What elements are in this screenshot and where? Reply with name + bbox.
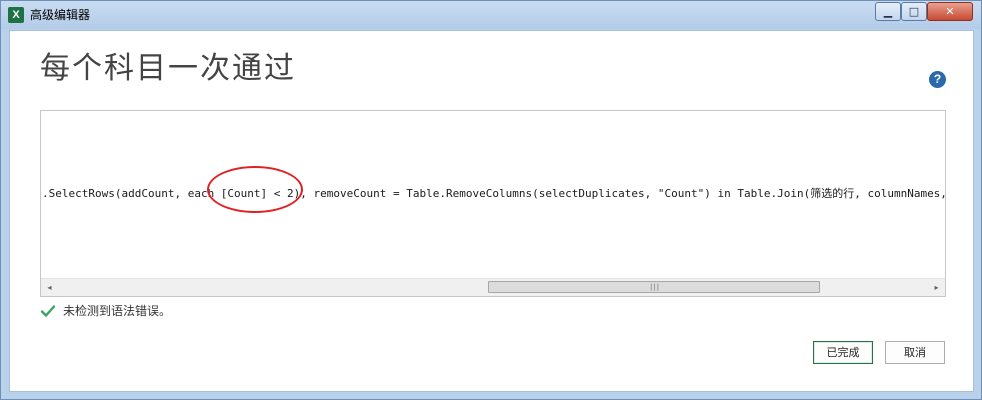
minimize-button[interactable]: ▁ [875,2,901,21]
status-text: 未检测到语法错误。 [63,304,172,318]
minimize-icon: ▁ [883,5,893,18]
green-checkmark-icon [40,305,56,317]
maximize-button[interactable]: □ [901,2,927,21]
excel-icon: X [8,7,24,23]
window-title: 高级编辑器 [30,8,91,22]
query-title: 每个科目一次通过 [40,51,296,86]
grip-icon: ||| [650,283,661,291]
close-button[interactable]: ✕ [927,2,973,21]
red-circle-annotation [207,166,303,213]
scrollbar-thumb[interactable]: ||| [488,281,820,293]
dialog-body: 每个科目一次通过 ? .SelectRows(addCount, each [C… [9,30,974,392]
code-editor[interactable]: .SelectRows(addCount, each [Count] < 2),… [40,110,946,297]
cancel-button[interactable]: 取消 [885,341,945,364]
title-bar[interactable]: X 高级编辑器 ▁ □ ✕ [1,1,981,29]
help-icon[interactable]: ? [929,71,946,88]
code-line[interactable]: .SelectRows(addCount, each [Count] < 2),… [42,186,945,202]
scroll-left-icon[interactable]: ◂ [41,279,58,296]
horizontal-scrollbar[interactable]: ◂ ||| ▸ [41,278,945,296]
scroll-right-icon[interactable]: ▸ [928,279,945,296]
advanced-editor-window: X 高级编辑器 ▁ □ ✕ 每个科目一次通过 ? .SelectRows(add… [0,0,982,400]
maximize-icon: □ [908,5,920,18]
done-button[interactable]: 已完成 [813,341,873,364]
close-icon: ✕ [945,5,955,18]
